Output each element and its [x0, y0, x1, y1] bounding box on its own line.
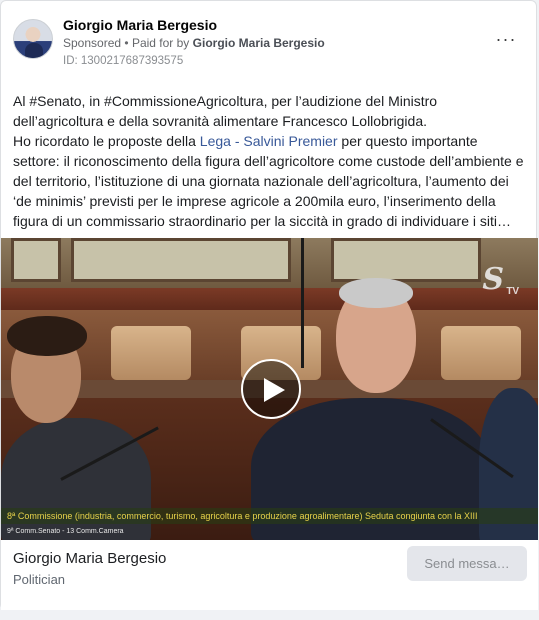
video-window-2 [71, 238, 291, 282]
more-horizontal-icon: ··· [495, 29, 517, 49]
video-person-left-hair [7, 316, 87, 356]
footer-page-name[interactable]: Giorgio Maria Bergesio [13, 550, 166, 567]
ad-id: ID: 1300217687393575 [63, 55, 184, 67]
separator-dot: • [124, 36, 129, 50]
video-microphone-1 [301, 238, 304, 368]
post-text-paragraph-2: Ho ricordato le proposte della Lega - Sa… [13, 131, 528, 231]
author-name[interactable]: Giorgio Maria Bergesio [63, 17, 217, 33]
footer-page-category: Politician [13, 572, 66, 587]
lega-salvini-premier-link[interactable]: Lega - Salvini Premier [200, 133, 338, 149]
video-wood-rail [1, 288, 538, 310]
video-channel-tag: 9ª Comm.Senato - 13 Comm.Camera [7, 528, 124, 535]
sponsored-post-card: Giorgio Maria Bergesio Sponsored • Paid … [0, 0, 538, 610]
sponsored-line: Sponsored • Paid for by Giorgio Maria Be… [63, 36, 325, 50]
senato-tv-logo: S TV [482, 262, 519, 297]
senato-tv-logo-tv: TV [506, 286, 520, 297]
video-window-1 [11, 238, 61, 282]
senato-tv-logo-letter: S [482, 262, 504, 297]
post-text: Al #Senato, in #CommissioneAgricoltura, … [13, 91, 528, 231]
post-text-paragraph-1: Al #Senato, in #CommissioneAgricoltura, … [13, 93, 438, 129]
send-message-button[interactable]: Send messa… [407, 546, 527, 581]
author-avatar[interactable] [13, 19, 53, 59]
more-options-button[interactable]: ··· [494, 30, 518, 49]
video-player[interactable]: S TV 8ª Commissione (industria, commercio… [1, 238, 538, 540]
post-header: Giorgio Maria Bergesio Sponsored • Paid … [13, 17, 524, 71]
video-caption-ticker: 8ª Commissione (industria, commercio, tu… [1, 508, 538, 524]
post-footer: Giorgio Maria Bergesio Politician Send m… [1, 540, 538, 610]
video-person-center-hair [339, 278, 413, 308]
play-icon [264, 378, 285, 402]
video-seat-3 [441, 326, 521, 380]
paid-for-prefix: Paid for by [131, 36, 190, 50]
paid-for-by-name: Giorgio Maria Bergesio [192, 36, 325, 50]
sponsored-label: Sponsored [63, 36, 122, 50]
play-button[interactable] [241, 359, 301, 419]
video-seat-1 [111, 326, 191, 380]
post-text-prefix: Ho ricordato le proposte della [13, 133, 200, 149]
video-window-3 [331, 238, 481, 282]
